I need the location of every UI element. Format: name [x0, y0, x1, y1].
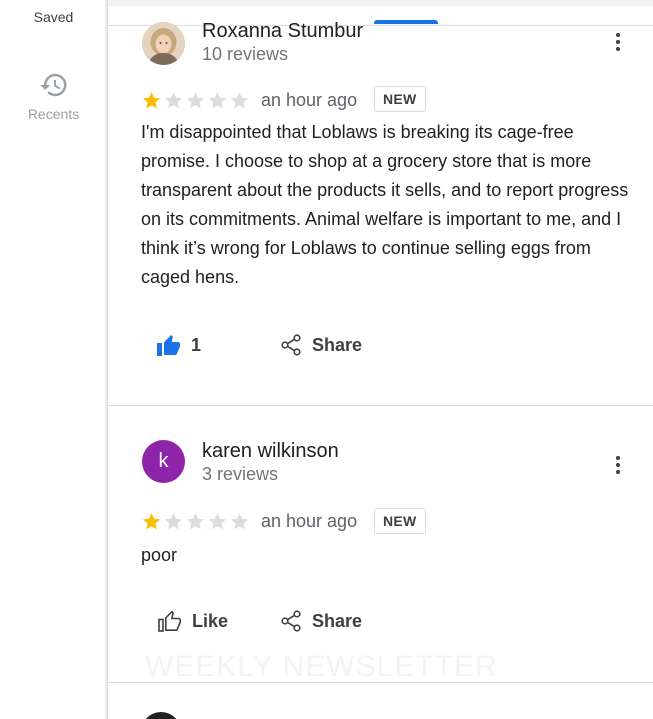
star-empty-icon — [186, 513, 205, 530]
new-badge: NEW — [374, 508, 426, 534]
menu-dot-icon — [616, 470, 620, 474]
side-rail: Saved Recents — [0, 0, 107, 719]
author-name[interactable]: karen wilkinson — [202, 440, 339, 463]
like-label: Like — [192, 610, 229, 631]
star-rating — [141, 90, 250, 111]
new-badge: NEW — [374, 86, 426, 112]
rail-recents-item[interactable]: Recents — [0, 70, 107, 122]
more-options-button[interactable] — [608, 453, 628, 477]
review-card: Roxanna Stumbur 10 reviews an hour ago N… — [108, 18, 653, 405]
author-name[interactable]: Roxanna Stumbur — [202, 20, 363, 43]
share-label: Share — [312, 610, 363, 631]
menu-dot-icon — [616, 456, 620, 460]
star-filled-icon — [142, 513, 161, 530]
review-time: an hour ago — [261, 90, 358, 110]
star-rating — [141, 511, 250, 532]
menu-dot-icon — [616, 33, 620, 37]
avatar-letter: k — [158, 450, 169, 472]
reviews-panel: Roxanna Stumbur 10 reviews an hour ago N… — [107, 0, 653, 719]
share-icon — [281, 334, 301, 356]
star-empty-icon — [186, 92, 205, 109]
share-label: Share — [312, 334, 363, 355]
star-empty-icon — [230, 92, 249, 109]
share-button[interactable]: Share — [280, 610, 362, 632]
star-empty-icon — [208, 92, 227, 109]
author-photo — [142, 22, 185, 65]
share-icon — [281, 610, 301, 632]
like-count: 1 — [191, 334, 202, 355]
rail-recents-label: Recents — [27, 106, 80, 122]
review-text: I'm disappointed that Loblaws is breakin… — [141, 122, 629, 287]
like-button[interactable]: Like — [158, 610, 228, 632]
author-review-count[interactable]: 10 reviews — [202, 44, 288, 65]
star-empty-icon — [164, 513, 183, 530]
like-button[interactable]: 1 — [157, 334, 201, 356]
star-filled-icon — [142, 92, 161, 109]
rail-saved-item[interactable]: Saved — [0, 9, 107, 25]
menu-dot-icon — [616, 47, 620, 51]
history-icon — [39, 73, 66, 97]
star-empty-icon — [230, 513, 249, 530]
top-strip — [108, 0, 653, 6]
review-card: k karen wilkinson 3 reviews an hour ago … — [108, 406, 653, 682]
menu-dot-icon — [616, 463, 620, 467]
author-review-count[interactable]: 3 reviews — [202, 464, 278, 485]
share-button[interactable]: Share — [280, 334, 362, 356]
review-text: poor — [141, 545, 178, 565]
star-empty-icon — [208, 513, 227, 530]
star-empty-icon — [164, 92, 183, 109]
rail-saved-label: Saved — [33, 9, 74, 25]
thumbs-up-outline-icon — [158, 610, 181, 632]
author-avatar[interactable] — [142, 22, 185, 65]
menu-dot-icon — [616, 40, 620, 44]
watermark-text: WEEKLY NEWSLETTER — [145, 650, 498, 683]
more-options-button[interactable] — [608, 30, 628, 54]
author-avatar[interactable]: k — [142, 440, 185, 483]
review-time: an hour ago — [261, 511, 358, 531]
thumbs-up-filled-icon — [157, 335, 180, 356]
